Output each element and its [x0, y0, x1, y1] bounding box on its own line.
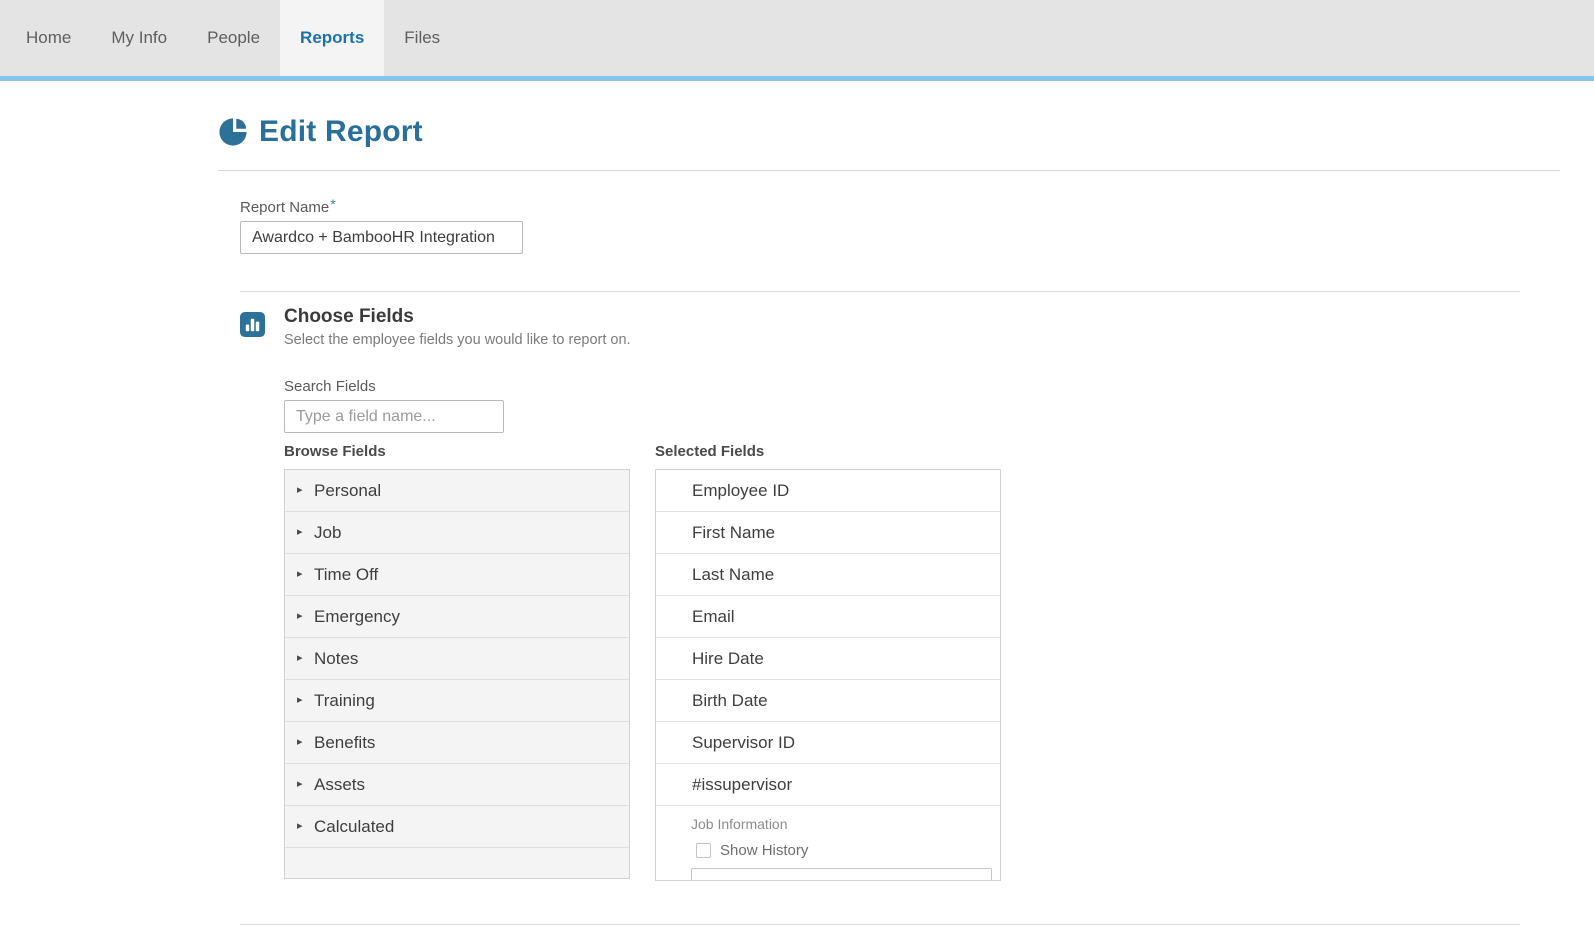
selected-field-item[interactable]: Hire Date: [656, 638, 1000, 680]
search-fields-label: Search Fields: [284, 378, 1594, 395]
show-history-checkbox[interactable]: [696, 843, 711, 858]
browse-fields-label: Browse Fields: [284, 443, 630, 460]
choose-fields-section: Choose Fields Select the employee fields…: [0, 306, 1594, 881]
selected-field-item[interactable]: Supervisor ID: [656, 722, 1000, 764]
pie-chart-icon: [218, 117, 248, 147]
report-name-label-text: Report Name: [240, 199, 329, 216]
selected-fields-column: Selected Fields Employee ID First Name: [655, 443, 1001, 881]
show-history-label: Show History: [720, 842, 808, 859]
selected-field-label: Hire Date: [692, 649, 764, 669]
category-label: Assets: [314, 775, 365, 795]
category-label: Training: [314, 691, 375, 711]
selected-field-item[interactable]: Employee ID: [656, 470, 1000, 512]
category-label: Time Off: [314, 565, 378, 585]
browse-field-category[interactable]: ▸ Calculated: [285, 806, 629, 848]
browse-field-category[interactable]: ▸ Training: [285, 680, 629, 722]
search-fields-input[interactable]: [284, 400, 504, 433]
caret-right-icon: ▸: [297, 485, 314, 496]
browse-field-category[interactable]: ▸ Job: [285, 512, 629, 554]
selected-field-item[interactable]: Last Name: [656, 554, 1000, 596]
section-divider: [240, 291, 1520, 292]
selected-field-item[interactable]: Birth Date: [656, 680, 1000, 722]
browse-field-category[interactable]: ▸ Benefits: [285, 722, 629, 764]
caret-right-icon: ▸: [297, 569, 314, 580]
selected-field-label: Birth Date: [692, 691, 768, 711]
selected-field-label: First Name: [692, 523, 775, 543]
tab-home[interactable]: Home: [6, 0, 91, 76]
report-name-label: Report Name*: [240, 196, 1594, 216]
caret-right-icon: ▸: [297, 695, 314, 706]
choose-fields-title: Choose Fields: [284, 306, 631, 328]
selected-fields-label: Selected Fields: [655, 443, 1001, 460]
selected-field-item[interactable]: #issupervisor: [656, 764, 1000, 806]
category-label: Personal: [314, 481, 381, 501]
choose-fields-subtitle: Select the employee fields you would lik…: [284, 332, 631, 348]
tab-my-info[interactable]: My Info: [91, 0, 187, 76]
caret-right-icon: ▸: [297, 611, 314, 622]
page-title: Edit Report: [259, 115, 423, 149]
browse-field-category[interactable]: ▸ Emergency: [285, 596, 629, 638]
category-label: Job: [314, 523, 341, 543]
selected-field-label: Last Name: [692, 565, 774, 585]
browse-field-category[interactable]: ▸ Time Off: [285, 554, 629, 596]
edit-report-page: Edit Report Report Name* Choose Fields S…: [0, 115, 1594, 925]
selected-field-label: Email: [692, 607, 735, 627]
selected-field-item[interactable]: Email: [656, 596, 1000, 638]
category-label: Emergency: [314, 607, 400, 627]
category-label: Calculated: [314, 817, 394, 837]
job-information-label: Job Information: [691, 816, 992, 832]
show-history-option[interactable]: Show History: [696, 842, 992, 859]
browse-fields-column: Browse Fields ▸ Personal ▸ Job: [284, 443, 630, 881]
report-name-section: Report Name*: [240, 196, 1594, 254]
tab-people[interactable]: People: [187, 0, 280, 76]
browse-field-category[interactable]: ▸ Assets: [285, 764, 629, 806]
category-label: Notes: [314, 649, 358, 669]
selected-field-label: #issupervisor: [692, 775, 792, 795]
selected-field-item[interactable]: First Name: [656, 512, 1000, 554]
caret-right-icon: ▸: [297, 821, 314, 832]
tab-reports[interactable]: Reports: [280, 0, 384, 76]
bar-chart-icon: [240, 312, 265, 337]
top-nav: Home My Info People Reports Files: [0, 0, 1594, 81]
required-asterisk: *: [330, 196, 335, 212]
job-information-field-box[interactable]: [691, 868, 992, 881]
browse-field-category[interactable]: ▸ Personal: [285, 470, 629, 512]
caret-right-icon: ▸: [297, 737, 314, 748]
report-name-input[interactable]: [240, 221, 523, 254]
caret-right-icon: ▸: [297, 527, 314, 538]
selected-fields-list: Employee ID First Name Last Name: [655, 469, 1001, 881]
caret-right-icon: ▸: [297, 653, 314, 664]
caret-right-icon: ▸: [297, 779, 314, 790]
tab-files[interactable]: Files: [384, 0, 460, 76]
browse-fields-list: ▸ Personal ▸ Job ▸ Time Off: [284, 469, 630, 879]
selected-field-label: Employee ID: [692, 481, 789, 501]
selected-field-label: Supervisor ID: [692, 733, 795, 753]
title-divider: [218, 170, 1560, 171]
category-label: Benefits: [314, 733, 375, 753]
bottom-divider: [240, 924, 1520, 925]
browse-field-category[interactable]: ▸ Notes: [285, 638, 629, 680]
job-information-group: Job Information Show History: [656, 806, 1000, 881]
